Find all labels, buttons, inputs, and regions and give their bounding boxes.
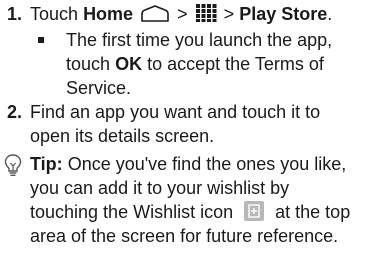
separator: > — [223, 4, 235, 24]
step-1-text: Touch Home > > Play Store. — [0, 2, 389, 26]
tip-text: at the top — [275, 202, 351, 222]
tip-line-1: Tip: Once you've find the ones you like, — [30, 152, 389, 176]
step-2-line-1: Find an app you want and touch it to — [30, 102, 321, 122]
tip-text: touching the Wishlist icon — [30, 202, 234, 222]
wishlist-icon — [244, 201, 265, 221]
ok-label: OK — [115, 54, 143, 74]
square-bullet — [38, 37, 44, 43]
subitem-line-3: Service. — [66, 78, 132, 98]
step-number: 1. — [7, 4, 23, 24]
lightbulb-icon — [4, 154, 22, 176]
step-2-line-2: open its details screen. — [30, 126, 215, 146]
tip-line-4: area of the screen for future reference. — [30, 226, 339, 246]
subitem-line-2: touch OK to accept the Terms of — [66, 52, 389, 76]
step-2: 2. Find an app you want and touch it to … — [0, 100, 389, 148]
subitem-line-1: The first time you launch the app, — [66, 30, 333, 50]
subitem-text: touch — [66, 54, 111, 74]
tip-label: Tip: — [30, 154, 63, 174]
period: . — [327, 4, 333, 24]
step-text-touch: Touch — [30, 4, 79, 24]
subitem-text: to accept the Terms of — [147, 54, 324, 74]
tip-line-3: touching the Wishlist icon at the top — [30, 200, 389, 224]
step-number: 2. — [7, 102, 23, 122]
home-label: Home — [83, 4, 134, 24]
tip-text: Once you've find the ones you like, — [67, 154, 347, 174]
separator: > — [177, 4, 188, 24]
tip-line-2: you can add it to your wishlist by — [30, 178, 290, 198]
tip-block: Tip: Once you've find the ones you like,… — [0, 152, 389, 248]
home-icon — [141, 5, 169, 22]
play-store-label: Play Store — [239, 4, 328, 24]
step-1: 1. Touch Home > > Play Store. — [0, 2, 389, 26]
instruction-document: 1. Touch Home > > Play Store. The first … — [0, 2, 389, 248]
app-grid-icon — [195, 4, 217, 22]
step-1-subitem: The first time you launch the app, touch… — [0, 28, 389, 100]
